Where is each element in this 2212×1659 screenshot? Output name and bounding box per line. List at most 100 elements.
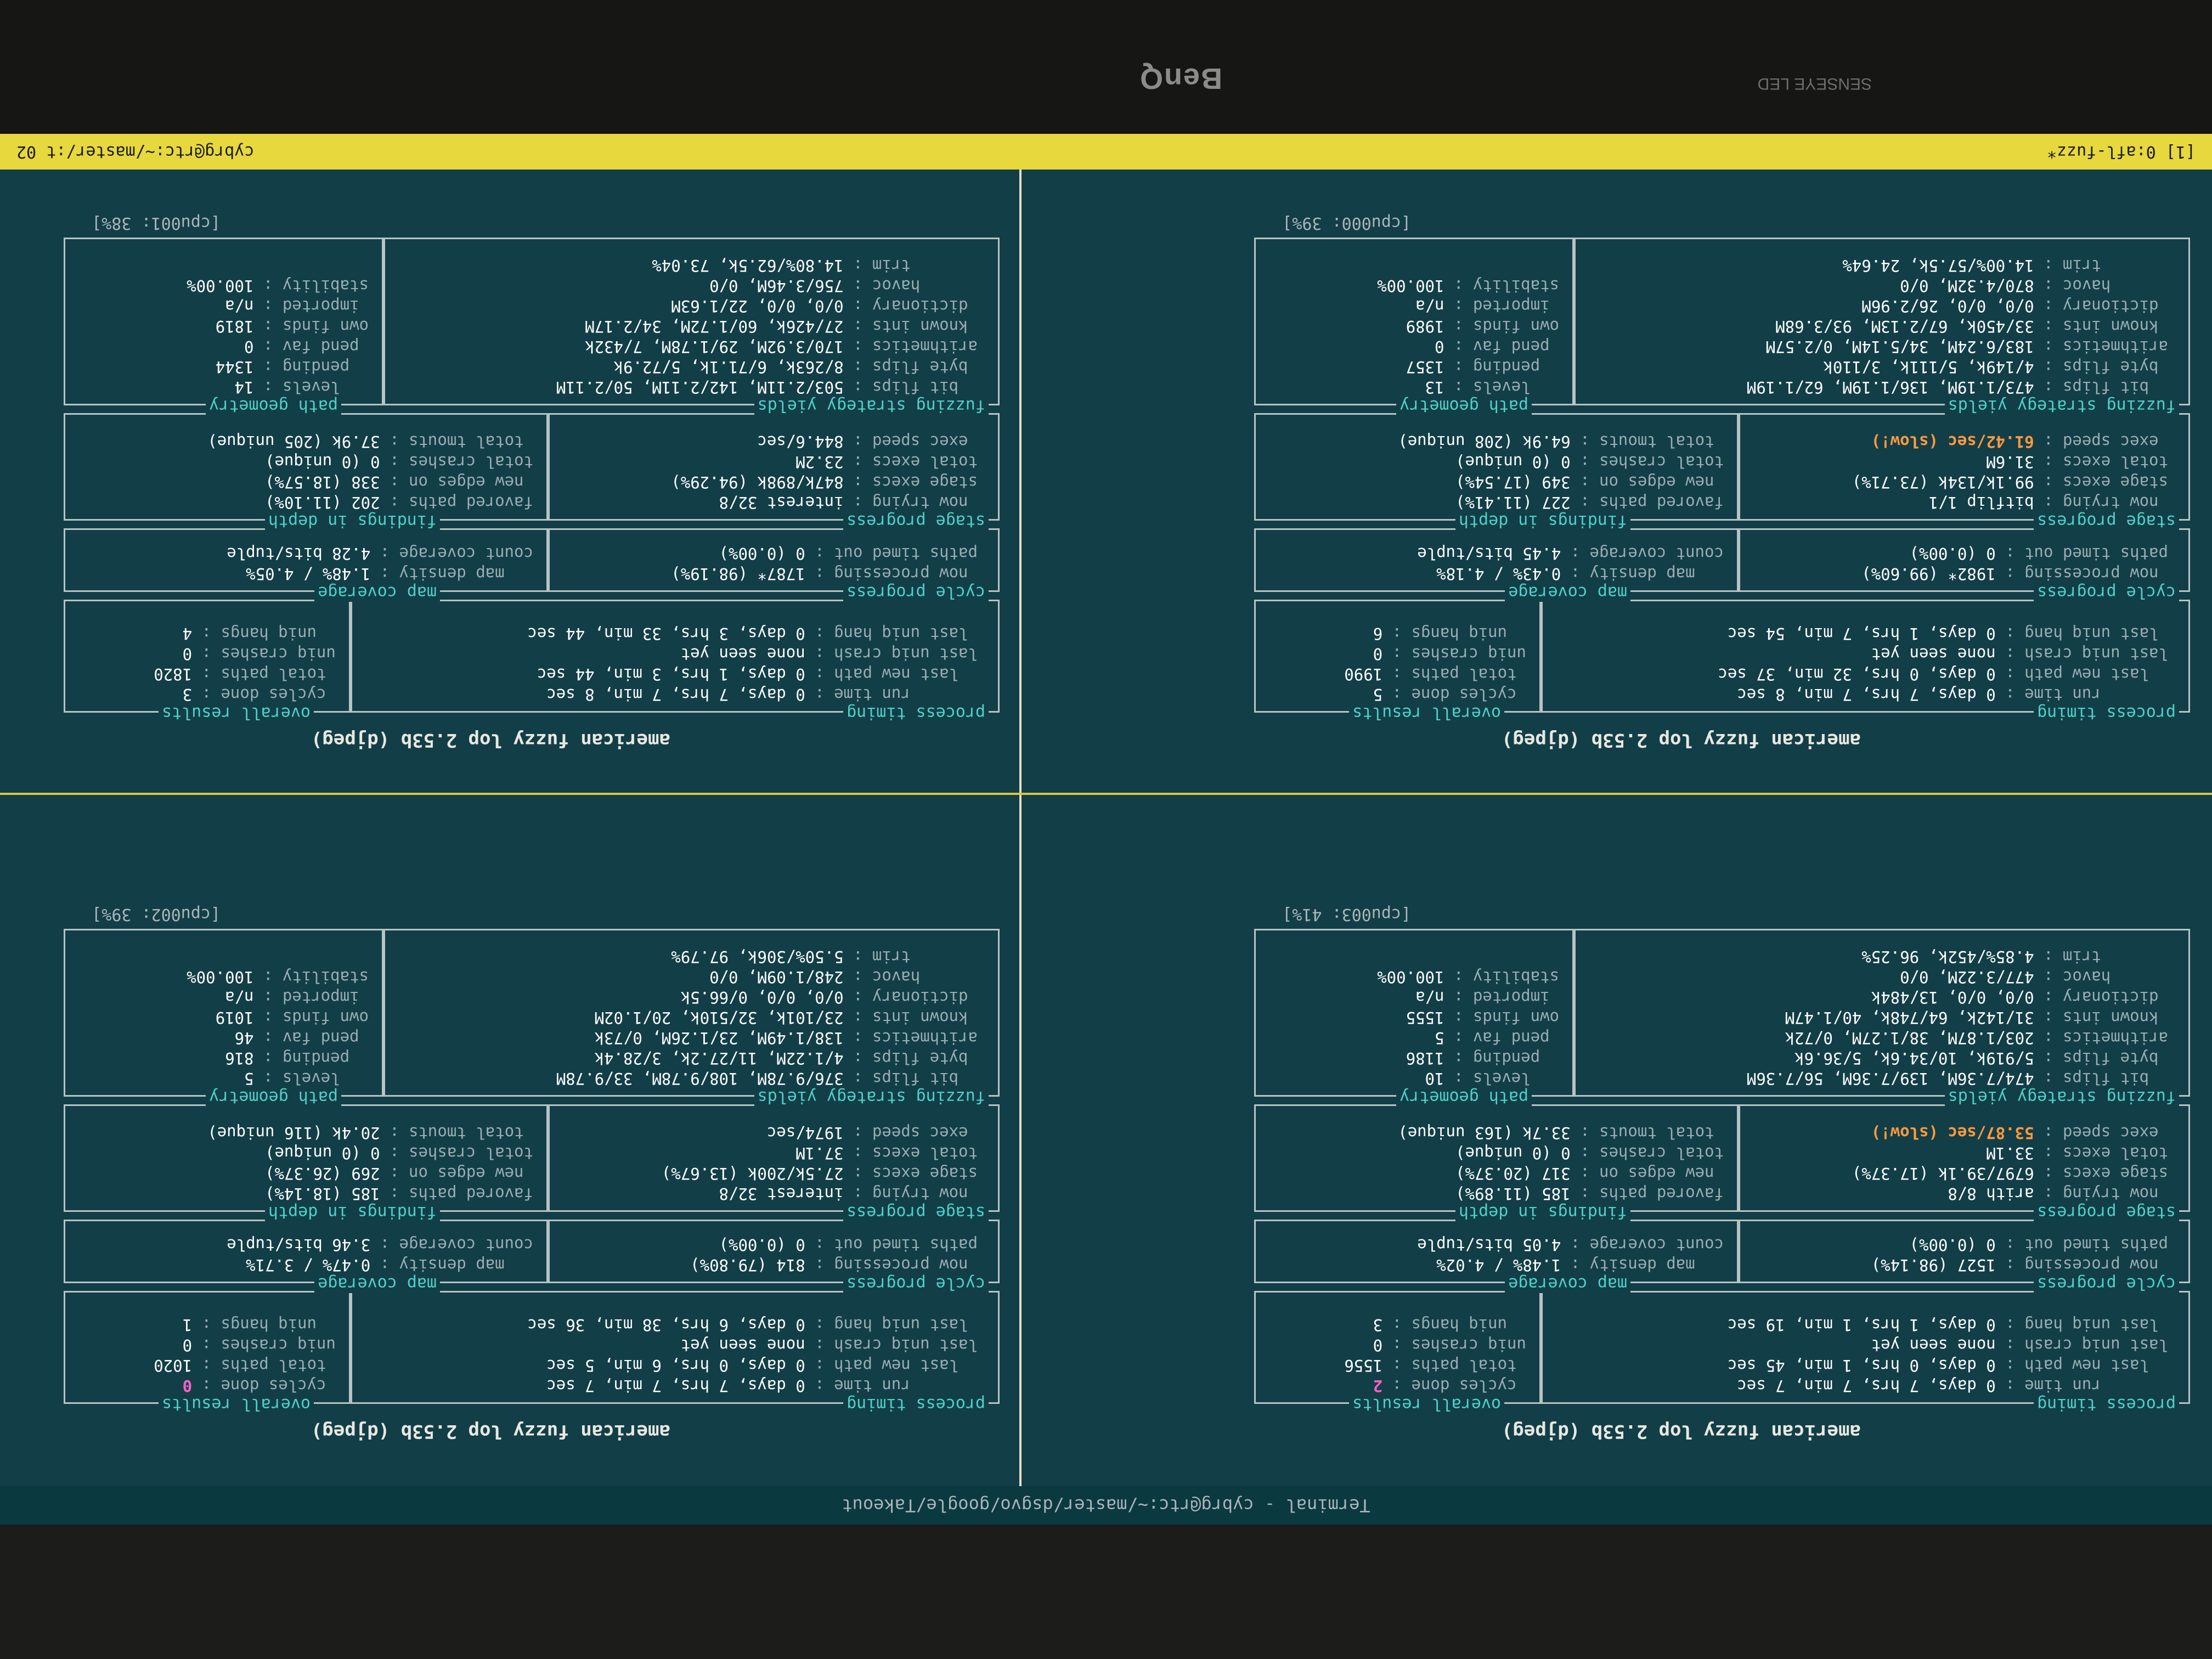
stat-label: known ints : — [2034, 317, 2168, 336]
stat-label: known ints : — [843, 1008, 978, 1027]
stat-row-paths-timed-out: paths timed out : 0 (0.00%) — [719, 543, 978, 563]
stat-label: uniq hangs : — [192, 1316, 336, 1334]
stat-row-uniq-crashes: uniq crashes : 0 — [183, 644, 336, 664]
stat-row-exec-speed: exec speed : 61.42/sec (slow!) — [1871, 431, 2168, 452]
terminal-screen: [1] 0:afl-fuzz* cybrg@rtc:~/master/:t 02… — [0, 134, 2212, 1525]
stat-value: 100.00% — [187, 968, 254, 986]
stat-label: total tmouts : — [1570, 1124, 1724, 1142]
stat-row-favored-paths: favored paths : 227 (11.41%) — [1455, 492, 1724, 512]
section-title-process-timing: process timing — [2034, 1395, 2179, 1414]
stat-label: arithmetics : — [2034, 337, 2168, 356]
section-title-path-geometry: path geometry — [206, 1087, 341, 1107]
stat-row-last-uniq-crash: last uniq crash : none seen yet — [681, 644, 978, 664]
stat-row-new-edges-on: new edges on : 338 (18.57%) — [265, 472, 533, 492]
stat-value: 5 — [1373, 685, 1383, 704]
stat-row-bit-flips: bit flips : 503/2.11M, 142/2.11M, 50/2.1… — [556, 377, 978, 397]
stat-label: now trying : — [843, 1184, 978, 1203]
stat-row-paths-timed-out: paths timed out : 0 (0.00%) — [1910, 1234, 2168, 1255]
stat-value: 183/6.24M, 34/5.14M, 0/2.57M — [1765, 337, 2034, 356]
stat-row-imported: imported : n/a — [225, 987, 369, 1007]
stat-value: 5/919k, 10/34.6k, 5/36.6k — [1795, 1049, 2034, 1068]
stat-row-exec-speed: exec speed : 53.87/sec (slow!) — [1871, 1122, 2168, 1143]
stat-row-byte-flips: byte flips : 5/919k, 10/34.6k, 5/36.6k — [1795, 1048, 2168, 1068]
stat-label: cycles done : — [1383, 1376, 1526, 1395]
stat-label: map density : — [370, 1256, 533, 1274]
stat-row-stage-execs: stage execs : 27.5k/200k (13.67%) — [662, 1163, 978, 1183]
stat-row-count-coverage: count coverage : 4.05 bits/tuple — [1417, 1234, 1724, 1255]
stat-row-dictionary: dictionary : 0/0, 0/0, 22/1.63M — [671, 296, 978, 316]
stat-value: 349 (17.54%) — [1455, 473, 1571, 492]
stat-value: 6 — [1373, 624, 1383, 643]
stat-row-total-tmouts: total tmouts : 37.9k (205 unique) — [207, 431, 533, 452]
stat-label: imported : — [253, 988, 369, 1007]
stat-label: last new path : — [805, 665, 978, 684]
stat-label: cycles done : — [192, 685, 336, 704]
stat-value: 0 (0.00%) — [1909, 544, 1996, 563]
stat-label: levels : — [253, 1069, 369, 1088]
stat-value: 5 — [1435, 1029, 1444, 1047]
stat-label: map density : — [1561, 565, 1724, 583]
cpu-usage-label: [cpu001: 38%] — [92, 213, 221, 233]
stat-label: havoc : — [2034, 276, 2168, 295]
stat-label: own finds : — [1444, 317, 1559, 336]
stat-label: now processing : — [1995, 1256, 2168, 1274]
stat-label: exec speed : — [843, 1124, 978, 1142]
stat-row-known-ints: known ints : 27/426k, 60/1.72M, 34/2.17M — [585, 316, 978, 336]
stat-value: 0/0, 0/0, 26/2.96M — [1861, 297, 2034, 315]
stat-row-total-execs: total execs : 33.1M — [1986, 1143, 2168, 1163]
stat-value: 53.87/sec (slow!) — [1871, 1124, 2034, 1142]
stat-label: total execs : — [843, 1144, 978, 1163]
stat-label: stability : — [1444, 276, 1559, 295]
stat-value: 0 days, 0 hrs, 32 min, 37 sec — [1718, 665, 1996, 684]
section-title-findings: findings in depth — [264, 511, 440, 531]
stat-row-pend-fav: pend fav : 5 — [1435, 1028, 1559, 1048]
stat-value: 376/9.78M, 108/9.78M, 33/9.78M — [556, 1069, 844, 1088]
stat-label: bit flips : — [2034, 1069, 2168, 1088]
stat-value: n/a — [1415, 988, 1444, 1007]
stat-value: 99.1k/134k (73.71%) — [1852, 473, 2034, 492]
stat-label: pend fav : — [253, 1029, 369, 1047]
stat-row-new-edges-on: new edges on : 349 (17.54%) — [1455, 472, 1724, 492]
stat-row-dictionary: dictionary : 0/0, 0/0, 26/2.96M — [1861, 296, 2168, 316]
stat-value: 37.9k (205 unique) — [207, 432, 380, 451]
stat-value: none seen yet — [680, 1336, 805, 1355]
stat-label: pending : — [1444, 358, 1559, 376]
section-title-process-timing: process timing — [2034, 703, 2179, 723]
stat-label: byte flips : — [2034, 358, 2168, 376]
stat-label: total execs : — [2034, 453, 2168, 471]
stat-row-pend-fav: pend fav : 0 — [244, 336, 369, 357]
stat-row-run-time: run time : 0 days, 7 hrs, 7 min, 8 sec — [546, 684, 978, 704]
section-title-map-coverage: map coverage — [1505, 1274, 1630, 1293]
stat-label: last new path : — [805, 1356, 978, 1375]
stat-value: 46 — [234, 1029, 254, 1047]
stat-label: uniq crashes : — [192, 645, 336, 663]
stat-value: 227 (11.41%) — [1455, 493, 1571, 512]
stat-value: 33.7k (163 unique) — [1398, 1124, 1571, 1142]
stat-value: 0 days, 7 hrs, 7 min, 7 sec — [546, 1376, 805, 1395]
pane-title: american fuzzy lop 2.53b (djpeg) — [311, 1420, 670, 1442]
stat-row-stability: stability : 100.00% — [1377, 967, 1559, 987]
stat-row-own-finds: own finds : 1555 — [1406, 1007, 1559, 1028]
stat-row-own-finds: own finds : 1819 — [216, 316, 369, 336]
stat-row-uniq-crashes: uniq crashes : 0 — [1373, 644, 1526, 664]
stat-row-map-density: map density : 1.48% / 4.02% — [1436, 1255, 1724, 1275]
section-title-path-geometry: path geometry — [1396, 396, 1532, 415]
stat-label: last uniq hang : — [805, 1316, 978, 1334]
stat-row-total-tmouts: total tmouts : 64.9k (208 unique) — [1398, 431, 1724, 452]
stat-value: 64.9k (208 unique) — [1398, 432, 1571, 451]
stat-label: total crashes : — [1570, 1144, 1724, 1163]
stat-value: 10 — [1425, 1069, 1444, 1088]
stat-row-last-uniq-hang: last uniq hang : 0 days, 3 hrs, 33 min, … — [527, 623, 978, 644]
stat-label: own finds : — [253, 1008, 369, 1027]
stat-label: dictionary : — [2034, 297, 2168, 315]
stat-row-byte-flips: byte flips : 8/263k, 6/71.1k, 5/72.9k — [614, 357, 978, 377]
stat-label: pend fav : — [1444, 1029, 1559, 1047]
stat-label: pending : — [1444, 1049, 1559, 1068]
section-title-overall-results: overall results — [1349, 703, 1504, 723]
stat-label: bit flips : — [2034, 378, 2168, 397]
stat-row-trim: trim : 14.80%/62.5k, 73.04% — [652, 255, 978, 275]
stat-value: 0 (0.00%) — [1909, 1235, 1996, 1254]
stat-row-trim: trim : 14.00%/57.5k, 24.64% — [1842, 255, 2168, 275]
stat-value: 0 — [244, 337, 254, 356]
cpu-usage-label: [cpu002: 39%] — [92, 905, 221, 924]
